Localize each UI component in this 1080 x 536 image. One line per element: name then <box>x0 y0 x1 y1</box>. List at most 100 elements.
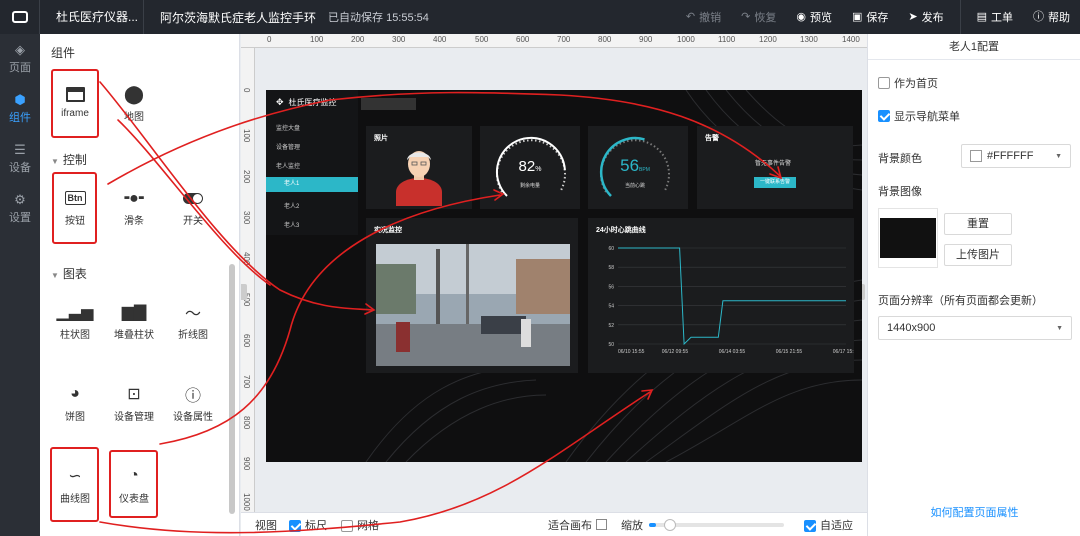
canvas-area[interactable]: 0 100 200 300 400 500 600 700 800 900 10… <box>241 34 867 512</box>
nav-item-devices[interactable]: ☰ 设备 <box>0 134 40 184</box>
live-video-frame <box>376 244 570 366</box>
grid-toggle[interactable]: 网格 <box>341 517 379 533</box>
bg-image-preview <box>880 218 936 258</box>
hr-y-tick: 60 <box>608 246 614 252</box>
photo-card[interactable]: 照片 <box>366 126 472 209</box>
heartrate-curve-card[interactable]: 24小时心跳曲线 60 58 56 54 52 50 06/10 15:55 06/12 0… <box>588 218 854 373</box>
caret-down-icon: ▼ <box>1056 324 1063 332</box>
save-icon: ▣ <box>851 10 863 23</box>
pie-chart-icon: ◕ <box>70 385 80 402</box>
config-title: 老人1配置 <box>868 34 1080 60</box>
reset-image-button[interactable]: 重置 <box>944 213 1012 235</box>
alarm-contact-button[interactable]: 一键联系告警 <box>754 177 796 188</box>
resolution-select[interactable]: 1440x900 ▼ <box>878 316 1072 340</box>
ruler-toggle[interactable]: 标尺 <box>289 517 327 533</box>
artboard-menu-devices[interactable]: 设备管理 <box>276 142 300 151</box>
eye-icon: ◉ <box>796 10 806 23</box>
ticket-icon: ▤ <box>976 10 987 23</box>
artboard-menu-elderly-3[interactable]: 老人3 <box>284 220 299 229</box>
hr-x-tick: 06/12 09:55 <box>662 349 689 355</box>
artboard[interactable]: ✥ 杜氏医疗监控 监控大盘 设备管理 老人监控 老人1 老人2 老人3 照片 8… <box>266 90 862 462</box>
battery-gauge-card[interactable]: 82% 剩余电量 <box>480 126 580 209</box>
zoom-slider[interactable] <box>649 518 784 531</box>
adaptive-checkbox[interactable] <box>804 519 816 532</box>
nav-menu-checkbox[interactable] <box>878 110 890 122</box>
send-icon: ➤ <box>908 10 918 23</box>
panel-scrollbar[interactable] <box>229 264 235 514</box>
hr-x-tick: 06/10 15:55 <box>618 349 645 355</box>
hr-y-tick: 50 <box>608 342 614 348</box>
bar-chart-icon: ▁▃▅ <box>56 304 94 321</box>
component-stacked-bar[interactable]: ▆▇ 堆叠柱状 <box>107 298 161 341</box>
toolbar-divider <box>959 0 961 34</box>
heartrate-curve-chart: 60 58 56 54 52 50 06/10 15:55 06/12 09:55 06/14… <box>608 246 854 355</box>
nav-menu-option[interactable]: 显示导航菜单 <box>878 108 960 124</box>
component-bar-chart[interactable]: ▁▃▅ 柱状图 <box>48 298 102 341</box>
slider-icon: ╺●╸ <box>119 190 149 207</box>
heartrate-gauge-value: 56BPM <box>620 156 650 175</box>
bg-image-thumbnail[interactable] <box>878 208 938 268</box>
component-device-management[interactable]: ⊡ 设备管理 <box>107 380 161 423</box>
device-management-icon: ⊡ <box>127 386 141 403</box>
help-button[interactable]: ⓘ 帮助 <box>1023 9 1080 25</box>
highlight-gauge <box>109 450 158 518</box>
toolbar-actions: ↶ 撤销 ↷ 恢复 ◉ 预览 ▣ 保存 ➤ 发布 ▤ 工单 ⓘ 帮助 <box>676 0 1080 34</box>
section-control[interactable]: ▼ 控制 <box>51 151 87 168</box>
help-config-link[interactable]: 如何配置页面属性 <box>868 504 1080 520</box>
bg-color-picker[interactable]: #FFFFFF ▼ <box>961 144 1071 168</box>
home-page-option[interactable]: 作为首页 <box>878 75 938 91</box>
upload-image-button[interactable]: 上传图片 <box>944 244 1012 266</box>
ruler-vertical: 0 100 200 300 400 500 600 700 800 900 10… <box>241 48 255 512</box>
save-button[interactable]: ▣ 保存 <box>842 9 898 25</box>
alarm-card[interactable]: 告警 暂无事件告警 一键联系告警 <box>697 126 853 209</box>
artboard-menu-elderly-1[interactable]: 老人1 <box>266 177 358 192</box>
artboard-sidebar: ✥ 杜氏医疗监控 监控大盘 设备管理 老人监控 老人1 老人2 老人3 <box>266 90 358 235</box>
ruler-checkbox[interactable] <box>289 519 301 532</box>
adaptive-toggle[interactable]: 自适应 <box>804 517 853 533</box>
zoom-slider-handle[interactable] <box>663 518 676 531</box>
bg-image-label: 背景图像 <box>878 186 922 198</box>
artboard-header-placeholder <box>361 98 416 110</box>
hr-y-tick: 58 <box>608 265 614 271</box>
publish-button[interactable]: ➤ 发布 <box>898 9 953 25</box>
component-map[interactable]: ⬤ 地图 <box>107 80 161 124</box>
home-page-checkbox[interactable] <box>878 77 890 89</box>
component-device-attributes[interactable]: ⓘ 设备属性 <box>166 380 220 423</box>
preview-button[interactable]: ◉ 预览 <box>786 9 842 25</box>
server-icon: ☰ <box>14 142 26 157</box>
app-logo[interactable] <box>0 0 40 34</box>
undo-icon: ↶ <box>685 10 696 23</box>
caret-down-icon: ▼ <box>1055 152 1062 160</box>
zoom-label: 缩放 <box>621 519 643 532</box>
redo-button[interactable]: ↷ 恢复 <box>731 9 786 25</box>
component-pie-chart[interactable]: ◕ 饼图 <box>48 380 102 423</box>
nav-item-components[interactable]: ⬢ 组件 <box>0 84 40 134</box>
artboard-menu-elderly[interactable]: 老人监控 <box>276 161 300 170</box>
elderly-avatar-icon <box>396 151 442 206</box>
nav-item-pages[interactable]: ◈ 页面 <box>0 34 40 84</box>
artboard-menu-elderly-2[interactable]: 老人2 <box>284 201 299 210</box>
component-switch[interactable]: 开关 <box>166 184 220 227</box>
left-nav: ◈ 页面 ⬢ 组件 ☰ 设备 ⚙ 设置 <box>0 34 40 536</box>
cube-icon: ⬢ <box>14 92 26 107</box>
section-chart[interactable]: ▼ 图表 <box>51 265 87 282</box>
fit-canvas-button[interactable]: 适合画布 <box>548 517 592 533</box>
artboard-menu-dashboard[interactable]: 监控大盘 <box>276 123 300 132</box>
component-panel: 组件 iframe ⬤ 地图 ▼ 控制 Btn 按钮 ╺●╸ 滑条 开关 ▼ 图表 … <box>40 34 240 536</box>
top-bar: 杜氏医疗仪器... 阿尔茨海默氏症老人监控手环 已自动保存 15:55:54 ↶… <box>0 0 1080 34</box>
ticket-button[interactable]: ▤ 工单 <box>967 9 1023 25</box>
grid-checkbox[interactable] <box>341 519 353 532</box>
canvas-bottom-bar: 视图 标尺 网格 适合画布 缩放 自适应 <box>241 512 867 536</box>
fit-canvas-icon[interactable] <box>596 519 607 530</box>
heartrate-gauge-label: 当前心跳 <box>624 183 645 189</box>
caret-down-icon: ▼ <box>51 157 59 166</box>
app-name[interactable]: 杜氏医疗仪器... <box>40 0 144 34</box>
component-line-chart[interactable]: 〜 折线图 <box>166 298 220 341</box>
heartrate-gauge-card[interactable]: 56BPM 当前心跳 <box>588 126 688 209</box>
live-monitor-card[interactable]: 实况监控 <box>366 218 578 373</box>
component-slider[interactable]: ╺●╸ 滑条 <box>107 184 161 227</box>
map-pin-icon: ⬤ <box>123 83 145 104</box>
undo-button[interactable]: ↶ 撤销 <box>676 9 731 25</box>
canvas-left-handle[interactable] <box>241 284 247 300</box>
nav-item-settings[interactable]: ⚙ 设置 <box>0 184 40 234</box>
